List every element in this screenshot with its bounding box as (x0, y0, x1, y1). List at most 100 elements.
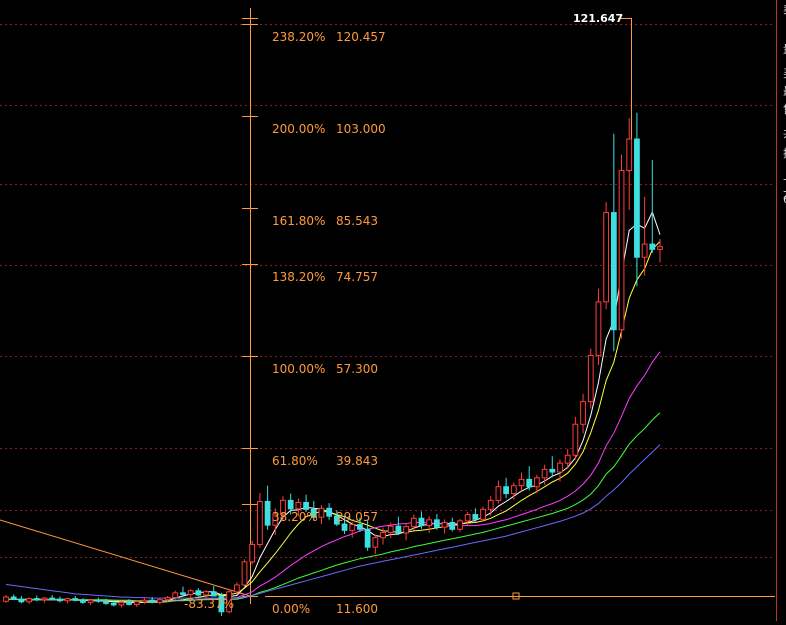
candle-body (180, 592, 186, 595)
candle-body (249, 544, 256, 563)
fib-level-price: 11.600 (336, 602, 378, 616)
fib-level-pct: 0.00% (272, 602, 310, 616)
candle-body (441, 521, 448, 528)
candle-body (18, 598, 25, 603)
candle-body (649, 243, 656, 250)
candle-body (657, 246, 663, 250)
candle-body (549, 468, 556, 473)
candle-body (72, 598, 79, 601)
candlestick-chart: 238.20% 120.457 200.00% 103.000 161.80% 85.54… (0, 8, 775, 616)
candle-body (295, 502, 302, 510)
candle-body (364, 528, 371, 548)
candle-body (564, 454, 571, 464)
candle-body (587, 354, 594, 403)
fib-level-price: 57.300 (336, 362, 378, 376)
candle-body (303, 502, 309, 510)
candle-body (418, 517, 425, 527)
candle-body (610, 212, 617, 331)
candle-body (264, 500, 271, 526)
candle-body (595, 301, 602, 356)
candle-body (80, 599, 86, 603)
candle-body (141, 599, 148, 603)
candle-body (626, 138, 633, 172)
candle-body (618, 170, 625, 331)
fib-level-price: 103.000 (336, 122, 386, 136)
candle-body (503, 486, 510, 495)
high-price-label: 121.647 (573, 12, 623, 25)
fib-level-price: 120.457 (336, 30, 386, 44)
candle-body (126, 601, 132, 605)
candle-body (426, 519, 433, 527)
candle-body (10, 596, 17, 600)
fib-level-price: 29.057 (336, 510, 378, 524)
candle-body (641, 243, 648, 258)
moving-average-line (6, 412, 661, 602)
candle-body (164, 597, 171, 601)
candle-body (41, 597, 48, 601)
candle-body (580, 401, 586, 425)
candle-body (287, 499, 294, 510)
candle-body (410, 517, 417, 528)
fib-level-pct: 100.00% (272, 362, 325, 376)
candle-body (487, 499, 494, 510)
candle-body (110, 602, 117, 606)
candle-body (510, 485, 517, 495)
candle-body (26, 598, 32, 603)
fib-level-price: 39.843 (336, 454, 378, 468)
candle-body (541, 468, 548, 479)
candle-body (195, 590, 202, 596)
candle-body (357, 524, 363, 530)
fib-bottom-label: -83.37% (184, 597, 234, 611)
candle-body (572, 423, 579, 456)
candle-body (233, 584, 240, 593)
candle-body (203, 591, 209, 596)
candle-body (257, 500, 263, 546)
candle-body (187, 590, 194, 595)
chart-area: 238.20% 120.457 200.00% 103.000 161.80% 85.54… (0, 0, 786, 621)
candle-body (557, 462, 563, 473)
candle-body (149, 599, 156, 603)
fib-level-pct: 238.20% (272, 30, 325, 44)
candle-body (341, 523, 348, 531)
candle-body (457, 520, 463, 530)
candle-body (603, 212, 610, 303)
candle-body (449, 521, 456, 530)
fib-level-pct: 61.80% (272, 454, 318, 468)
candle-body (103, 600, 109, 604)
candle-body (534, 477, 540, 488)
side-panel: 卖量买最售共换上大6 (776, 0, 786, 621)
candle-body (349, 524, 356, 531)
candle-body (495, 486, 502, 501)
candle-body (403, 526, 409, 534)
fib-trend-line (0, 519, 251, 597)
candle-body (472, 514, 479, 520)
candle-body (133, 601, 140, 605)
fib-level-pct: 38.20% (272, 510, 318, 524)
candle-body (49, 597, 56, 600)
moving-average-line (6, 210, 661, 604)
candle-body (241, 561, 248, 586)
fib-level-pct: 161.80% (272, 214, 325, 228)
candle-body (87, 599, 94, 603)
candle-body (156, 599, 163, 603)
candle-body (326, 507, 333, 517)
candle-body (433, 519, 440, 528)
fib-level-pct: 200.00% (272, 122, 325, 136)
candle-body (318, 507, 325, 518)
candle-body (387, 525, 394, 533)
candle-body (464, 514, 471, 522)
fib-level-price: 74.757 (336, 270, 378, 284)
candle-body (526, 478, 533, 488)
candle-body (3, 596, 9, 602)
candle-body (395, 525, 402, 534)
fib-level-pct: 138.20% (272, 270, 325, 284)
candle-body (56, 598, 63, 602)
candle-body (118, 601, 125, 606)
moving-average-line (6, 241, 661, 603)
candle-body (210, 591, 217, 597)
candle-body (372, 537, 379, 548)
candle-body (95, 599, 102, 602)
candle-body (380, 531, 386, 539)
candle-body (480, 508, 486, 520)
candle-body (634, 138, 640, 258)
